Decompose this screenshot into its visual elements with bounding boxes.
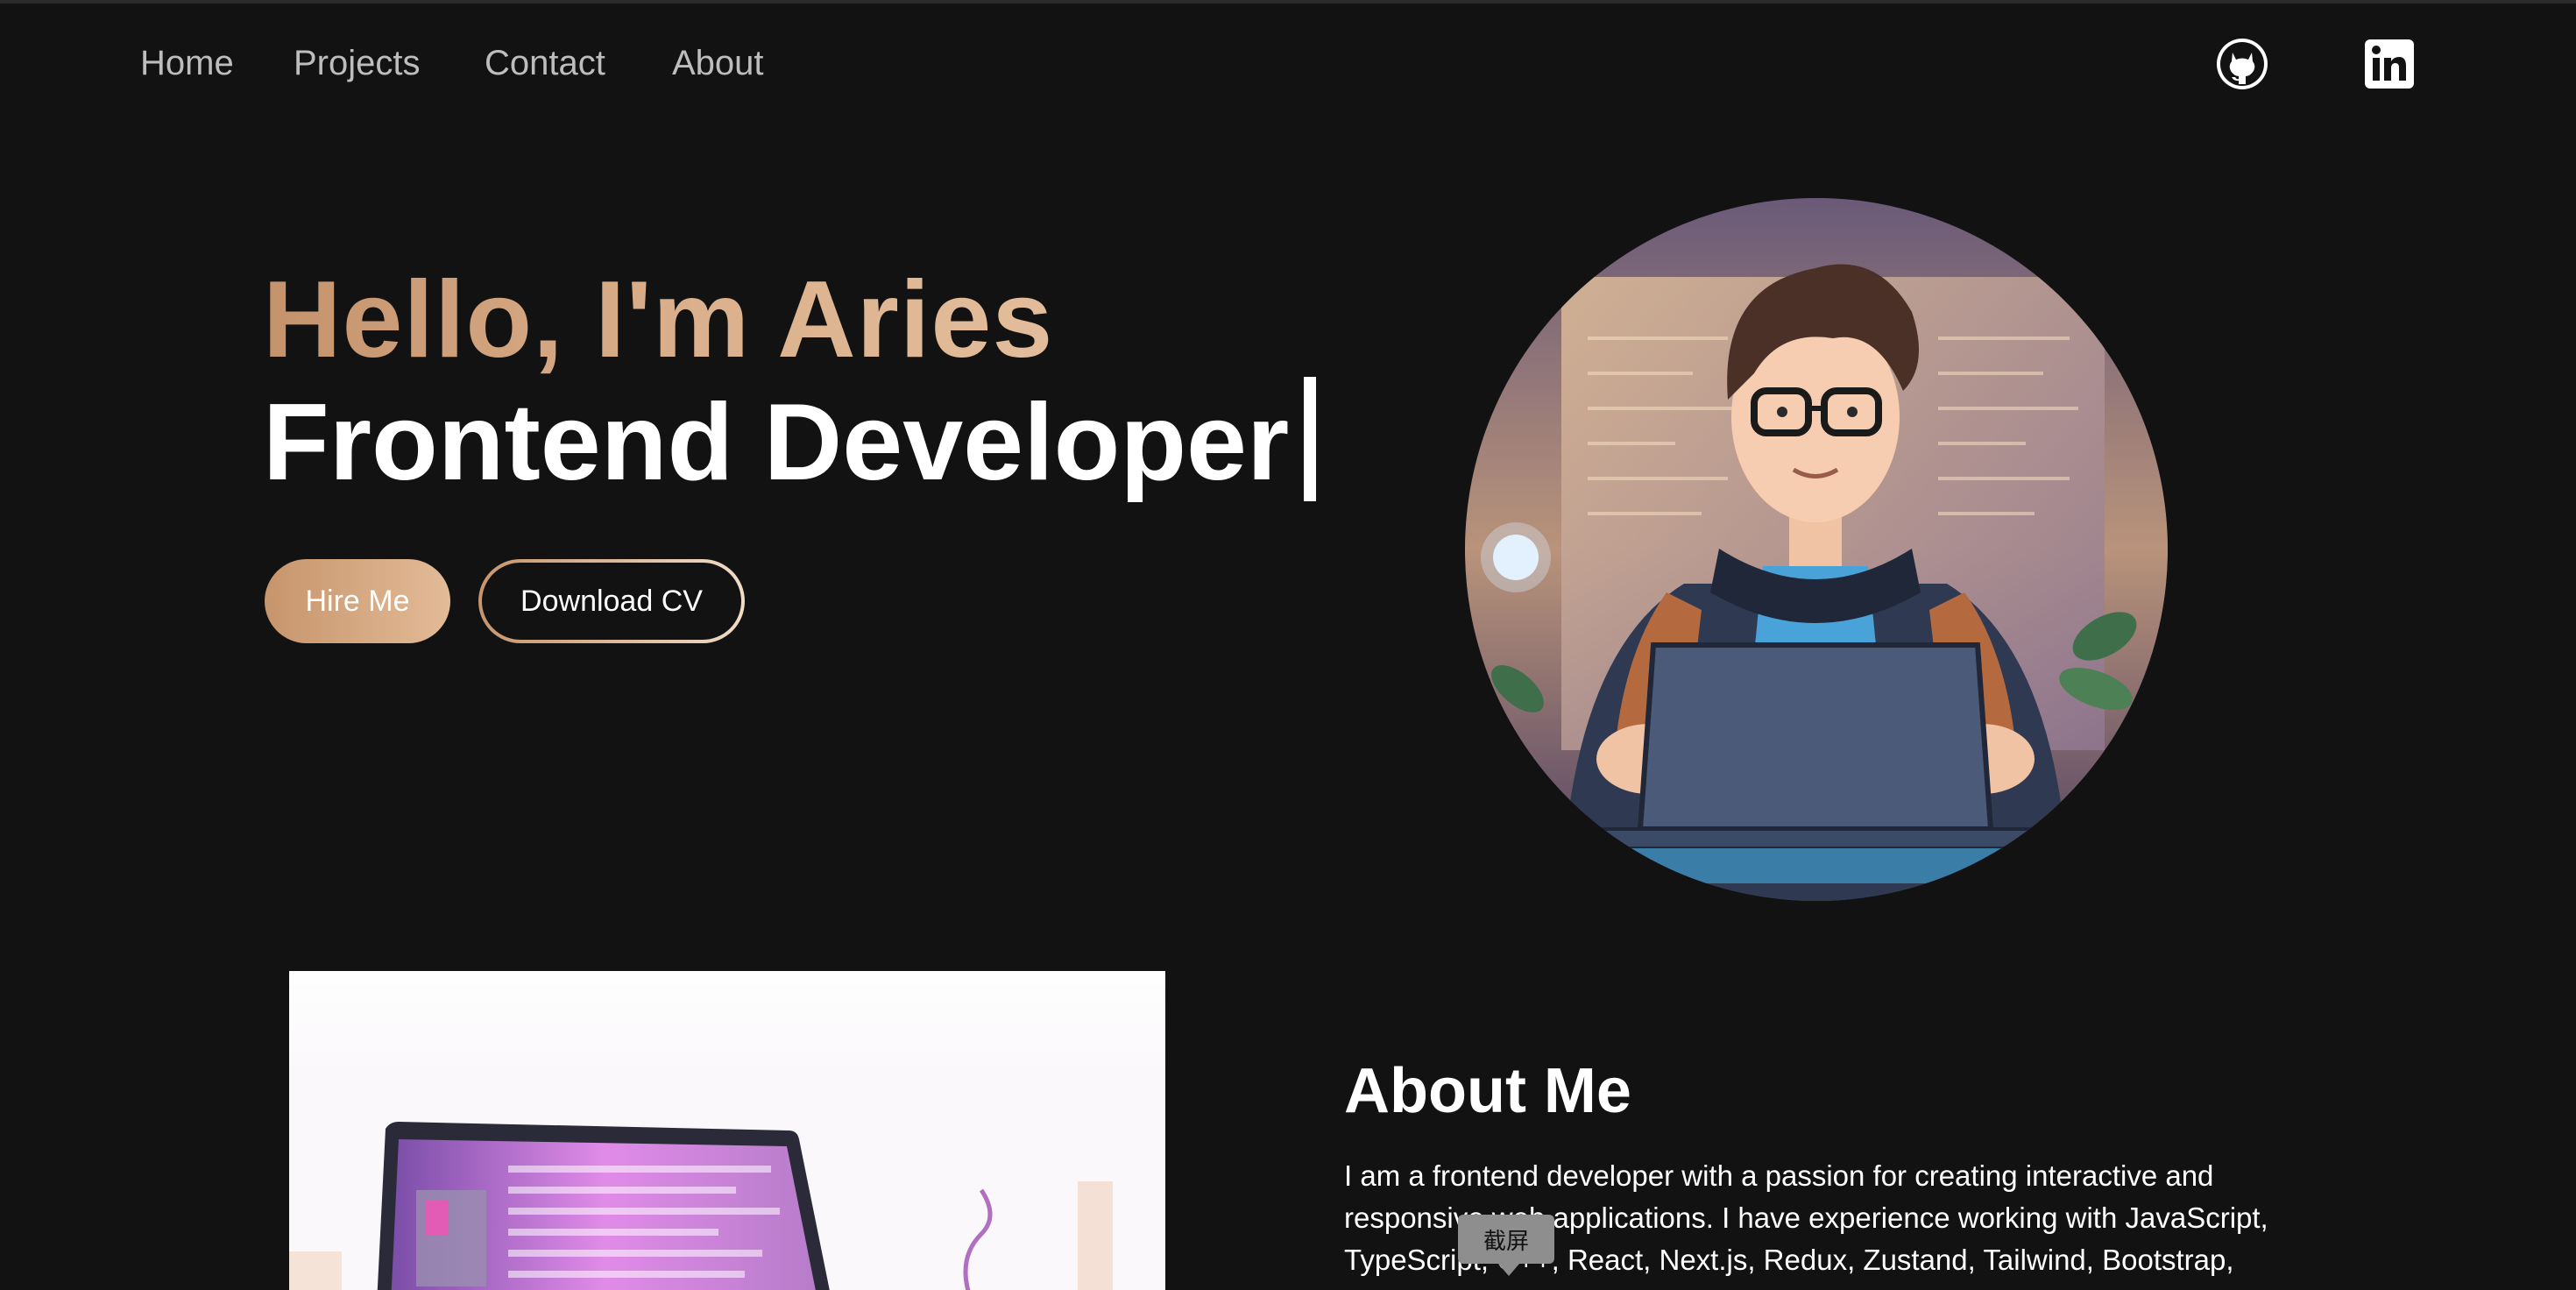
github-link[interactable] <box>2215 37 2269 91</box>
screenshot-tooltip: 截屏 <box>1458 1215 1554 1276</box>
about-title: About Me <box>1344 1056 1631 1126</box>
nav-link-contact[interactable]: Contact <box>485 39 605 88</box>
hero-greeting: Hello, I'm Aries <box>263 254 1053 386</box>
window-top-border <box>0 0 2576 4</box>
profile-avatar <box>1465 198 2168 901</box>
linkedin-icon <box>2365 39 2414 89</box>
github-icon <box>2217 39 2268 89</box>
hero-role: Frontend Developer <box>263 382 1290 503</box>
avatar-illustration <box>1465 198 2168 901</box>
download-cv-button[interactable]: Download CV <box>478 559 745 643</box>
hire-me-button[interactable]: Hire Me <box>265 559 450 643</box>
nav-link-projects[interactable]: Projects <box>294 39 421 88</box>
linkedin-link[interactable] <box>2362 37 2417 91</box>
about-image <box>289 971 1165 1290</box>
nav-link-home[interactable]: Home <box>140 39 234 88</box>
about-laptop-illustration <box>289 971 1165 1290</box>
download-cv-label: Download CV <box>482 563 741 640</box>
typing-cursor <box>1304 377 1316 501</box>
nav-link-about[interactable]: About <box>672 39 764 88</box>
